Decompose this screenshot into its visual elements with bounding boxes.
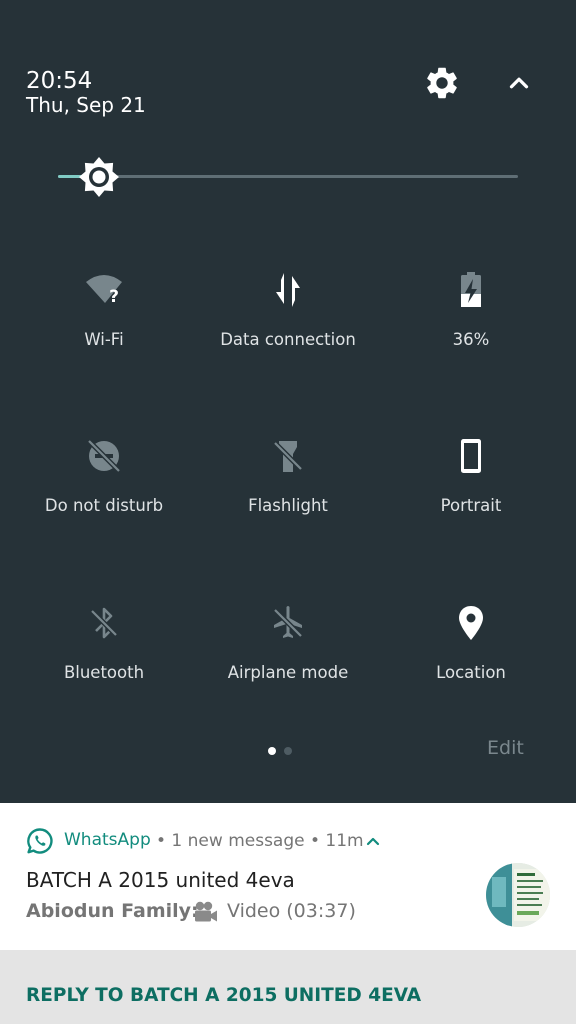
dnd-off-icon	[86, 438, 122, 474]
edit-button[interactable]: Edit	[487, 737, 524, 759]
tile-label: Do not disturb	[44, 496, 164, 515]
chevron-up-icon[interactable]	[366, 834, 380, 848]
data-arrows-icon	[276, 273, 300, 307]
tile-label: Bluetooth	[63, 663, 145, 682]
airplane-off-icon	[272, 606, 304, 639]
tile-wifi[interactable]: ? Wi-Fi	[12, 270, 196, 380]
tile-label: 36%	[452, 330, 490, 349]
brightness-icon[interactable]	[77, 155, 121, 199]
flashlight-off-icon	[272, 440, 304, 472]
brightness-track	[58, 175, 518, 178]
tile-location[interactable]: Location	[379, 603, 563, 713]
date: Thu, Sep 21	[26, 93, 146, 117]
battery-charging-icon	[461, 272, 481, 307]
video-camera-icon	[195, 901, 217, 922]
page-dot-active	[268, 747, 276, 755]
tile-label: Location	[436, 663, 506, 682]
portrait-icon	[461, 439, 481, 473]
notification-meta: • 1 new message • 11m	[156, 831, 364, 851]
tile-label: Portrait	[440, 496, 502, 515]
tile-label: Data connection	[220, 330, 356, 349]
tile-flashlight[interactable]: Flashlight	[196, 436, 380, 546]
tile-label: Flashlight	[248, 496, 328, 515]
whatsapp-notification[interactable]: WhatsApp • 1 new message • 11m BATCH A 2…	[0, 803, 576, 950]
notification-action-bar: REPLY TO BATCH A 2015 UNITED 4EVA	[0, 950, 576, 1024]
reply-button[interactable]: REPLY TO BATCH A 2015 UNITED 4EVA	[26, 985, 421, 1006]
quick-settings-panel: 20:54 Thu, Sep 21 ? Wi-Fi Data connectio…	[0, 0, 576, 803]
location-icon	[459, 606, 483, 640]
tile-airplane-mode[interactable]: Airplane mode	[196, 603, 380, 713]
brightness-slider[interactable]	[58, 155, 518, 199]
tile-bluetooth[interactable]: Bluetooth	[12, 603, 196, 713]
tile-do-not-disturb[interactable]: Do not disturb	[12, 436, 196, 546]
tile-label: Airplane mode	[227, 663, 349, 682]
tile-label: Wi-Fi	[84, 330, 124, 349]
notification-sender: Abiodun Family:	[26, 900, 199, 922]
bluetooth-off-icon	[89, 607, 119, 639]
svg-text:?: ?	[109, 287, 119, 307]
wifi-unknown-icon: ?	[86, 275, 122, 307]
chevron-up-icon[interactable]	[504, 68, 534, 98]
page-dot	[284, 747, 292, 755]
clock: 20:54	[26, 68, 93, 94]
tile-battery[interactable]: 36%	[379, 270, 563, 380]
whatsapp-icon	[27, 828, 53, 854]
notification-body: Video (03:37)	[227, 900, 356, 922]
tile-data-connection[interactable]: Data connection	[196, 270, 380, 380]
tile-portrait[interactable]: Portrait	[379, 436, 563, 546]
notification-title: BATCH A 2015 united 4eva	[26, 868, 295, 892]
gear-icon[interactable]	[423, 64, 461, 102]
notification-app-name: WhatsApp	[64, 830, 151, 850]
avatar	[486, 863, 550, 927]
